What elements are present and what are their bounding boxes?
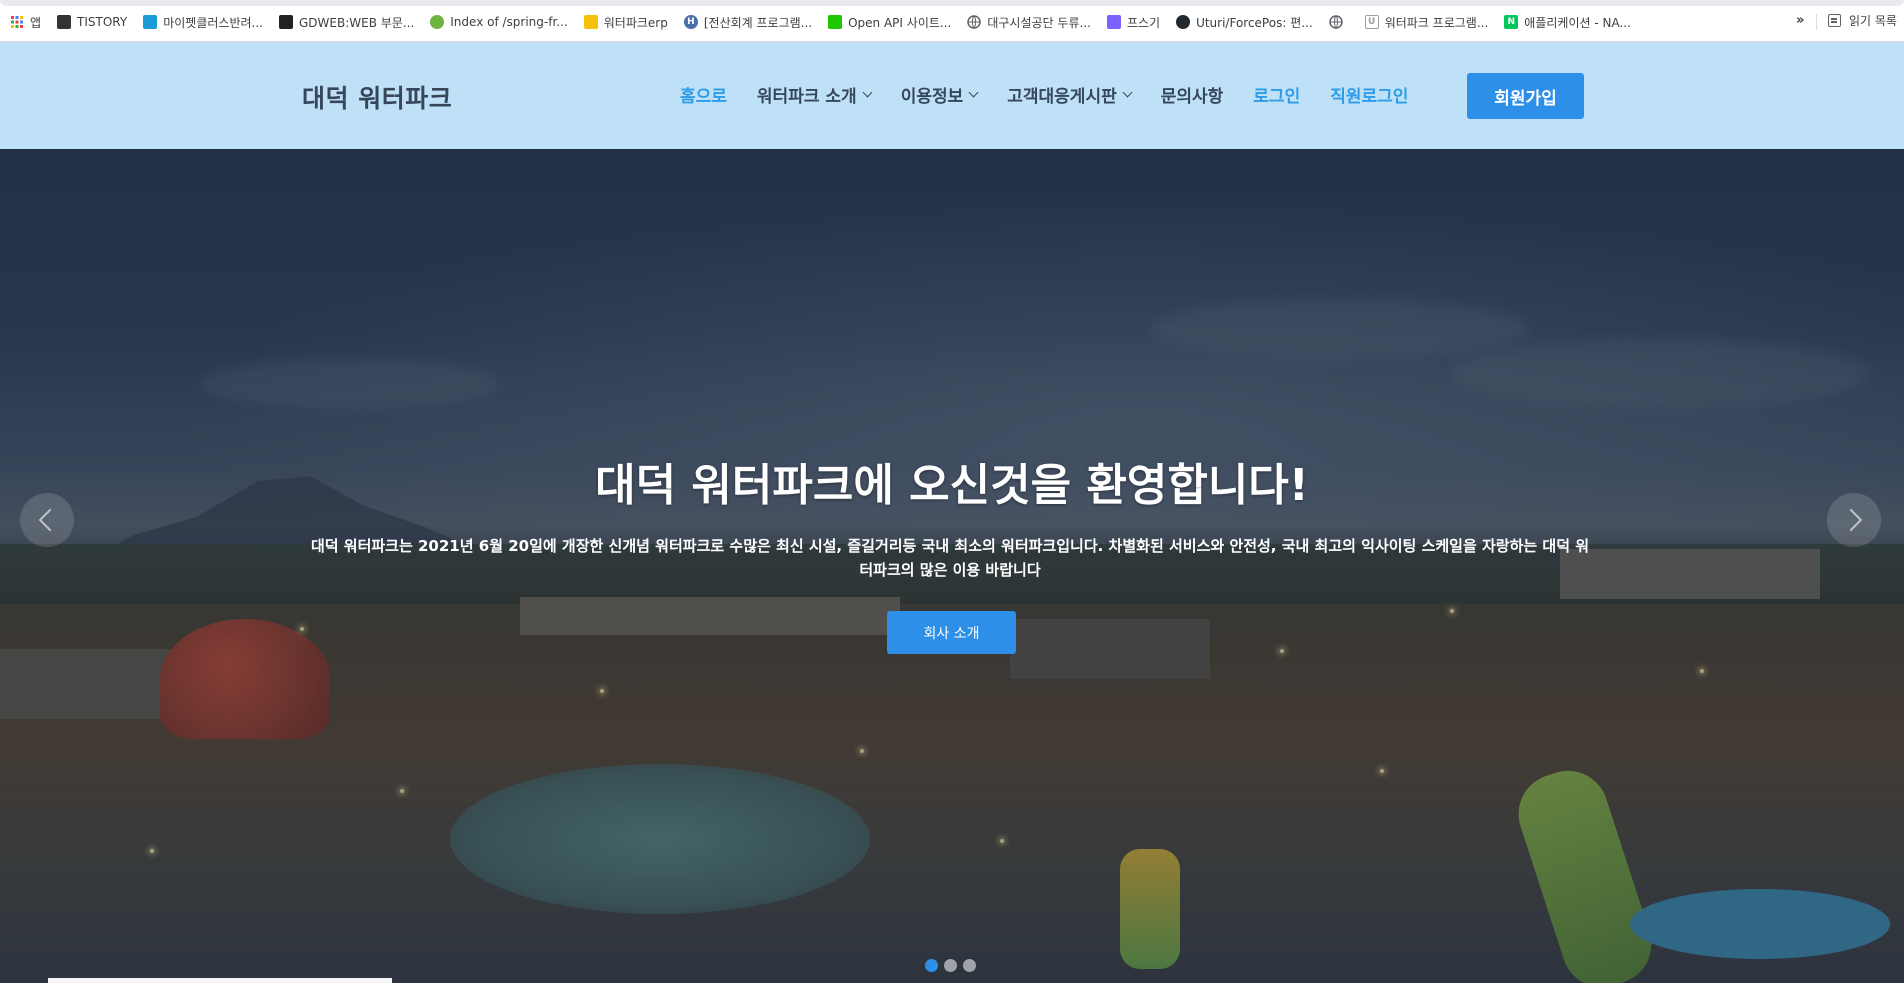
- nav-item-label: 직원로그인: [1330, 87, 1409, 107]
- reading-list-button[interactable]: 읽기 목록: [1828, 12, 1897, 29]
- carousel-dot[interactable]: [944, 959, 957, 972]
- nav-item[interactable]: 고객대응게시판: [1007, 82, 1133, 107]
- bookmark-item[interactable]: N 애플리케이션 - NA...: [1504, 14, 1631, 31]
- bookmark-label: 대구시설공단 두류...: [987, 15, 1091, 30]
- chevron-right-icon: [1839, 508, 1863, 532]
- nav-item-label: 워터파크 소개: [756, 87, 857, 107]
- reading-list-icon: [1828, 14, 1841, 27]
- bookmark-label: 앱: [30, 15, 42, 30]
- bookmark-item[interactable]: Index of /spring-fr...: [430, 15, 568, 29]
- nav-item-label: 홈으로: [680, 87, 727, 107]
- bookmark-label: 애플리케이션 - NA...: [1524, 15, 1631, 30]
- bookmark-label: 워터파크 프로그램...: [1384, 15, 1489, 30]
- bottom-strip: [48, 978, 392, 983]
- bookmark-item[interactable]: GDWEB:WEB 부문...: [278, 14, 415, 31]
- carousel-prev-button[interactable]: [20, 493, 74, 547]
- d-logo-icon: [1106, 15, 1121, 29]
- nav-item-label: 이용정보: [900, 87, 964, 107]
- bookmark-item[interactable]: Open API 사이트...: [828, 14, 951, 31]
- bookmark-label: 워터파크erp: [603, 15, 668, 30]
- bookmark-label: Index of /spring-fr...: [450, 15, 568, 29]
- carousel-dot[interactable]: [963, 959, 976, 972]
- hero-description: 대덕 워터파크는 2021년 6월 20일에 개장한 신개념 워터파크로 수많은…: [310, 537, 1590, 579]
- bookmark-item[interactable]: U 워터파크 프로그램...: [1364, 14, 1489, 31]
- h-circle-icon: H: [683, 15, 698, 29]
- globe-icon: [967, 15, 982, 29]
- naver-n-icon: N: [1504, 15, 1519, 29]
- main-nav: 홈으로 워터파크 소개 이용정보 고객대응게시판 문의사항 로그인 직원로그인: [680, 82, 1438, 107]
- bookmarks-bar: 앱 TISTORY 마이펫클러스반려... GDWEB:WEB 부문... Index …: [0, 0, 1904, 42]
- bookmarks-list: 앱 TISTORY 마이펫클러스반려... GDWEB:WEB 부문... Index …: [10, 12, 1647, 32]
- tistory-icon: [57, 15, 72, 29]
- bookmark-item[interactable]: 대구시설공단 두류...: [967, 14, 1091, 31]
- carousel-indicators: [925, 959, 982, 972]
- bookmark-label: [전산회계 프로그램...: [703, 15, 813, 30]
- chevron-down-icon: [968, 87, 979, 98]
- bookmark-label: GDWEB:WEB 부문...: [298, 15, 415, 30]
- nav-item[interactable]: 로그인: [1253, 82, 1300, 107]
- nav-item[interactable]: 워터파크 소개: [756, 82, 873, 107]
- bookmark-item[interactable]: Uturi/ForcePos: 편...: [1176, 14, 1313, 31]
- chevron-left-icon: [38, 508, 62, 532]
- nav-item-label: 고객대응게시판: [1007, 87, 1117, 107]
- github-icon: [1176, 15, 1191, 29]
- signup-button[interactable]: 회원가입: [1467, 73, 1584, 119]
- chevron-down-icon: [1122, 87, 1133, 98]
- carousel-dot[interactable]: [925, 959, 938, 972]
- hero-title: 대덕 워터파크에 오신것을 환영합니다!: [595, 460, 1309, 511]
- carousel-next-button[interactable]: [1827, 493, 1881, 547]
- reading-list-label: 읽기 목록: [1849, 14, 1897, 28]
- bookmark-label: TISTORY: [77, 15, 128, 29]
- site-logo[interactable]: 대덕 워터파크: [302, 79, 452, 115]
- hero-carousel: 대덕 워터파크에 오신것을 환영합니다! 대덕 워터파크는 2021년 6월 2…: [0, 149, 1904, 983]
- site-header: 대덕 워터파크 홈으로 워터파크 소개 이용정보 고객대응게시판 문의사항 로그인 직원로그…: [0, 42, 1904, 149]
- nav-item[interactable]: 홈으로: [680, 82, 727, 107]
- spring-leaf-icon: [430, 15, 445, 29]
- bookmark-item[interactable]: H [전산회계 프로그램...: [683, 14, 813, 31]
- bookmark-label: 마이펫클러스반려...: [163, 15, 263, 30]
- chat-green-icon: [828, 15, 843, 29]
- nav-item[interactable]: 이용정보: [900, 82, 979, 107]
- apps-grid-icon: [10, 15, 24, 29]
- music-note-icon: [278, 15, 293, 29]
- bookmark-label: Uturi/ForcePos: 편...: [1196, 15, 1313, 30]
- nav-item[interactable]: 직원로그인: [1330, 82, 1408, 107]
- browser-top-edge: [0, 0, 1904, 6]
- bookmark-item[interactable]: [1328, 15, 1349, 29]
- more-bookmarks-button[interactable]: »: [1796, 13, 1804, 28]
- nav-item-label: 문의사항: [1160, 87, 1224, 107]
- chevron-down-icon: [862, 87, 873, 98]
- u-shield-icon: U: [1364, 15, 1379, 29]
- globe-icon: [1328, 15, 1343, 29]
- bookmark-label: Open API 사이트...: [848, 15, 952, 30]
- nav-item-label: 로그인: [1253, 87, 1301, 107]
- bookmarks-divider: [1816, 14, 1817, 30]
- company-intro-button[interactable]: 회사 소개: [887, 611, 1016, 654]
- bookmark-item[interactable]: TISTORY: [57, 15, 127, 29]
- bookmark-item[interactable]: 워터파크erp: [583, 14, 668, 31]
- bookmark-item[interactable]: 마이펫클러스반려...: [143, 14, 263, 31]
- paw-icon: [143, 15, 158, 29]
- grid-yellow-icon: [583, 15, 598, 29]
- nav-item[interactable]: 문의사항: [1161, 82, 1224, 107]
- bookmark-label: 프스기: [1126, 15, 1161, 30]
- bookmark-item[interactable]: 앱: [10, 14, 41, 31]
- bookmark-item[interactable]: 프스기: [1106, 14, 1161, 31]
